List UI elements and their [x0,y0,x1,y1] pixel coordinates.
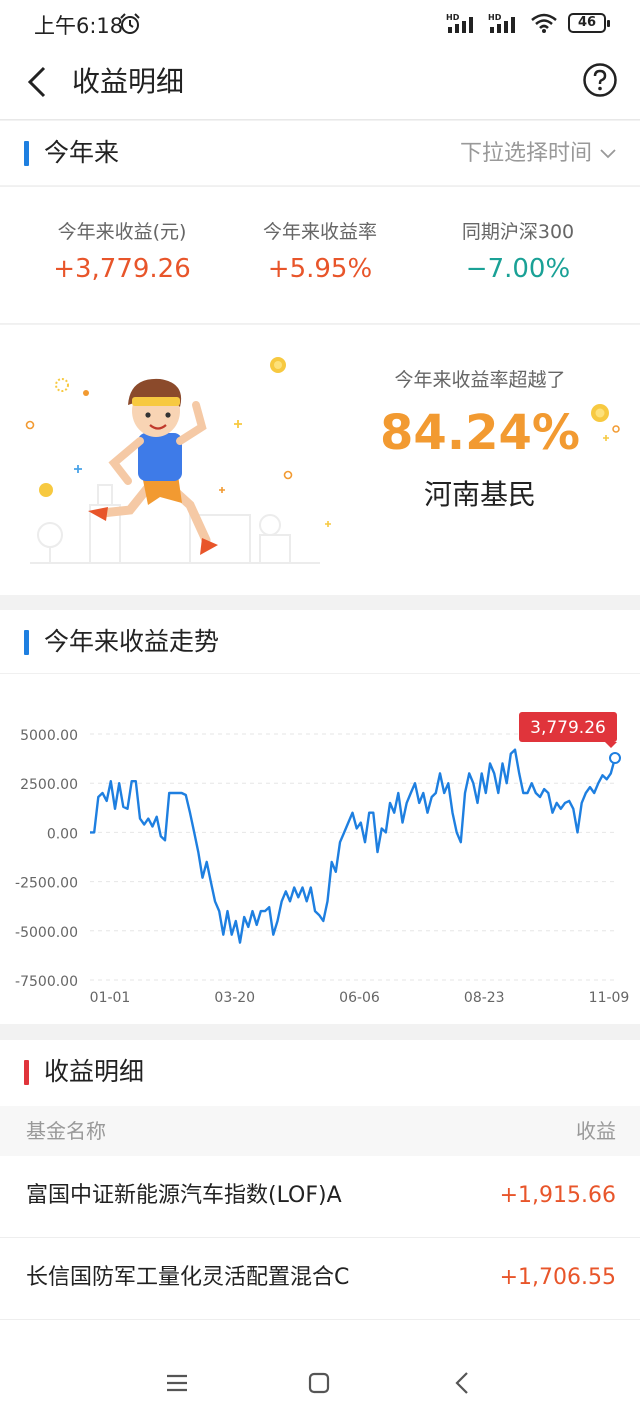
signal-icon: HD [446,13,473,33]
trend-title: 今年来收益走势 [44,627,220,656]
ranking-card: 今年来收益率超越了 84.24% 河南基民 [0,325,640,595]
runner-illustration [25,357,331,564]
menu-icon[interactable] [162,1368,192,1398]
wifi-icon [531,13,557,33]
fund-earnings: +1,915.66 [499,1183,616,1208]
y-tick-label: 5000.00 [20,728,78,744]
fund-name: 长信国防军工量化灵活配置混合C [26,1265,350,1290]
battery-indicator: 46 [568,13,610,33]
column-header-value: 收益 [576,1119,616,1143]
status-bar: 上午6:18 HD HD 46 [0,0,640,46]
stat-value: +3,779.26 [53,254,191,284]
home-icon[interactable] [304,1368,334,1398]
y-tick-label: -7500.00 [15,974,78,990]
time-dropdown[interactable]: 下拉选择时间 [460,139,616,169]
network-label: HD [488,13,502,22]
y-tick-label: 0.00 [47,826,78,842]
help-icon[interactable] [582,62,618,98]
tooltip-label: 3,779.26 [530,718,606,738]
column-header-name: 基金名称 [26,1119,106,1143]
stats-row: 今年来收益(元) +3,779.26 今年来收益率 +5.95% 同期沪深300… [0,186,640,324]
stat-label: 同期沪深300 [461,221,575,243]
y-tick-label: -5000.00 [15,925,78,941]
network-label: HD [446,13,460,22]
y-tick-label: 2500.00 [20,777,78,793]
stat-ytd-return: 今年来收益率 +5.95% [220,219,420,289]
ranking-lead-text: 今年来收益率超越了 [394,369,566,391]
x-tick-label: 08-23 [464,990,505,1006]
x-tick-label: 06-06 [339,990,380,1006]
status-time: 上午6:18 [34,14,124,38]
section-accent-bar [24,141,29,166]
stat-label: 今年来收益率 [262,221,377,243]
table-row[interactable]: 富国中证新能源汽车指数(LOF)A +1,915.66 [0,1156,640,1238]
back-icon[interactable] [448,1368,478,1398]
back-arrow-icon[interactable] [22,62,54,102]
x-tick-label: 01-01 [90,990,131,1006]
ranking-percent: 84.24% [380,405,580,461]
stat-ytd-earnings: 今年来收益(元) +3,779.26 [22,219,222,289]
coin-icon [591,404,620,441]
y-tick-label: -2500.00 [15,876,78,892]
system-nav-bar [0,1342,640,1422]
stat-value: −7.00% [465,254,571,284]
x-tick-label: 11-09 [589,990,630,1006]
fund-earnings: +1,706.55 [499,1265,616,1290]
nav-bar: 收益明细 [0,46,640,120]
series-line [90,748,617,944]
stat-label: 今年来收益(元) [57,221,187,243]
stat-value: +5.95% [267,254,373,284]
details-title: 收益明细 [44,1057,145,1086]
fund-name: 富国中证新能源汽车指数(LOF)A [26,1183,342,1208]
x-tick-label: 03-20 [214,990,255,1006]
tooltip-pointer [605,742,617,749]
ranking-region: 河南基民 [423,478,536,511]
table-row[interactable]: 长信国防军工量化灵活配置混合C +1,706.55 [0,1238,640,1320]
trend-section: 今年来收益走势 5000.00 2500.00 0.00 -2500.00 -5000.… [0,610,640,1024]
period-title: 今年来 [44,138,120,167]
time-dropdown-label: 下拉选择时间 [459,141,592,166]
section-accent-bar [24,630,29,655]
signal-icon: HD [488,13,515,33]
period-section: 今年来 下拉选择时间 [0,121,640,185]
earnings-line-chart[interactable]: 5000.00 2500.00 0.00 -2500.00 -5000.00 -7500.… [0,674,640,1024]
page-title: 收益明细 [72,65,185,98]
stat-csi300: 同期沪深300 −7.00% [418,219,618,289]
chevron-down-icon [600,149,616,159]
end-point-marker [609,752,621,765]
table-header: 基金名称 收益 [0,1106,640,1156]
section-accent-bar [24,1060,29,1085]
alarm-icon [120,13,140,34]
